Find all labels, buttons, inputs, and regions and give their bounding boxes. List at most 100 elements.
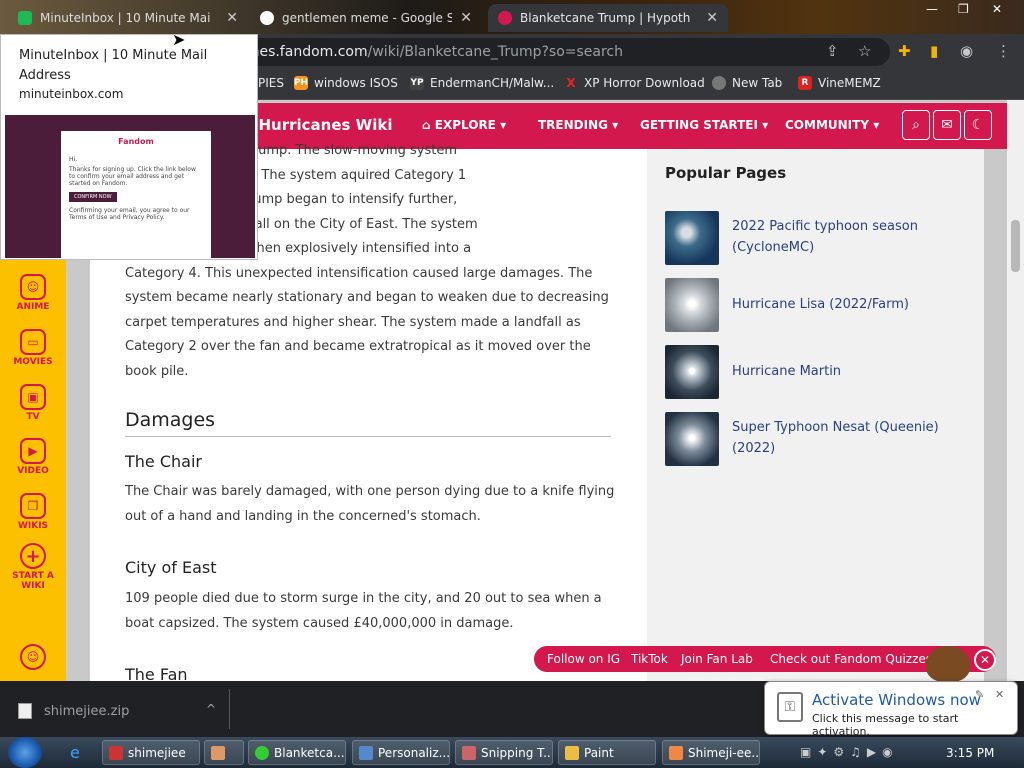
download-options-chevron-icon[interactable]: ^ bbox=[206, 702, 216, 716]
maximize-button[interactable]: ❐ bbox=[958, 2, 969, 16]
download-item[interactable]: shimejiee.zip bbox=[18, 703, 129, 719]
rail-tv[interactable]: ▣ TV bbox=[0, 384, 66, 422]
minuteinbox-favicon-icon bbox=[18, 11, 32, 25]
wiki-name[interactable]: al Hurricanes Wiki bbox=[238, 116, 392, 134]
page-scrollbar[interactable] bbox=[1007, 100, 1024, 681]
rail-movies[interactable]: ▭ MOVIES bbox=[0, 329, 66, 367]
close-toast-button[interactable]: ✕ bbox=[995, 688, 1004, 701]
tab-blanketcane-trump[interactable]: Blanketcane Trump | Hypothetica ✕ bbox=[488, 4, 728, 32]
nav-explore[interactable]: ⌂ EXPLORE ▾ bbox=[422, 118, 506, 132]
kebab-menu-icon[interactable]: ⋮ bbox=[996, 42, 1011, 60]
minimize-button[interactable]: — bbox=[926, 2, 938, 16]
fandom-quizzes-link[interactable]: Check out Fandom Quizzes a bbox=[770, 652, 943, 666]
profile-icon[interactable]: ◉ bbox=[960, 42, 973, 60]
share-icon[interactable]: ⇪ bbox=[826, 42, 839, 60]
nav-getting-started[interactable]: GETTING STARTEI ▾ bbox=[640, 118, 768, 132]
tab-title: gentlemen meme - Google Sea bbox=[282, 11, 452, 25]
bookmark-new-tab[interactable]: New Tab bbox=[712, 76, 782, 90]
tab-minuteinbox[interactable]: MinuteInbox | 10 Minute Mail A ✕ bbox=[8, 4, 248, 32]
paint-icon bbox=[565, 745, 579, 760]
popular-page-item[interactable]: Hurricane Martin bbox=[665, 345, 975, 399]
close-window-button[interactable]: ✕ bbox=[992, 2, 1002, 16]
x-icon: X bbox=[566, 76, 576, 90]
user-icon: ☺ bbox=[20, 644, 46, 670]
popular-page-link[interactable]: 2022 Pacific typhoon season (CycloneMC) bbox=[732, 216, 962, 258]
nav-label: EXPLORE bbox=[434, 118, 496, 132]
popular-pages-heading: Popular Pages bbox=[665, 164, 787, 182]
theme-toggle-icon[interactable]: ☾ bbox=[964, 110, 992, 140]
popular-page-link[interactable]: Hurricane Lisa (2022/Farm) bbox=[732, 294, 962, 315]
toast-title: Activate Windows now bbox=[812, 691, 981, 709]
anime-icon: ☺ bbox=[20, 274, 46, 300]
side-panel-icon[interactable]: ▮ bbox=[930, 42, 938, 60]
url-field[interactable]: anes.fandom.com/wiki/Blanketcane_Trump?s… bbox=[150, 38, 890, 66]
follow-ig-link[interactable]: Follow on IG bbox=[547, 652, 620, 666]
pin-icon[interactable]: ✎ bbox=[975, 688, 984, 701]
discussions-icon[interactable]: ✉ bbox=[933, 110, 961, 140]
extensions-icon[interactable]: ✚ bbox=[898, 42, 911, 60]
bookmark-label: windows ISOS bbox=[314, 76, 398, 90]
article-line: Category 4. This unexpected intensificat… bbox=[125, 265, 593, 281]
ph-icon: PH bbox=[293, 76, 309, 90]
bookmark-pies[interactable]: PIES bbox=[258, 76, 284, 90]
article-line: system became nearly stationary and bega… bbox=[125, 290, 609, 305]
mouse-cursor-icon: ➤ bbox=[172, 30, 186, 49]
popular-page-link[interactable]: Hurricane Martin bbox=[732, 361, 962, 382]
bookmark-windows-isos[interactable]: PH windows ISOS bbox=[294, 76, 398, 90]
nav-community[interactable]: COMMUNITY ▾ bbox=[785, 118, 879, 132]
bookmark-vinememz[interactable]: R VineMEMZ bbox=[798, 76, 881, 90]
heading-divider bbox=[125, 436, 611, 437]
nav-label: COMMUNITY bbox=[785, 118, 870, 132]
fan-lab-link[interactable]: Join Fan Lab bbox=[681, 652, 753, 666]
scrollbar-thumb[interactable] bbox=[1011, 220, 1020, 272]
globe-icon bbox=[712, 76, 726, 90]
keys-icon: ⚿ bbox=[777, 692, 803, 722]
article-line: carpet temperatures and higher shear. Th… bbox=[125, 314, 581, 330]
rail-wikis[interactable]: ❐ WIKIS bbox=[0, 493, 66, 531]
app-icon bbox=[211, 745, 225, 760]
popular-page-link[interactable]: Super Typhoon Nesat (Queenie) (2022) bbox=[732, 417, 962, 459]
bookmark-label: EndermanCH/Malw... bbox=[430, 76, 555, 90]
rail-start-a-wiki[interactable]: + START A WIKI bbox=[0, 543, 66, 591]
rail-label: ANIME bbox=[16, 302, 50, 312]
popular-page-item[interactable]: 2022 Pacific typhoon season (CycloneMC) bbox=[665, 211, 975, 265]
shimeji-mascot[interactable] bbox=[926, 646, 970, 682]
popular-page-item[interactable]: Super Typhoon Nesat (Queenie) (2022) bbox=[665, 412, 975, 466]
star-bookmark-icon[interactable]: ☆ bbox=[858, 42, 871, 60]
taskbar-item-2[interactable] bbox=[204, 740, 244, 765]
close-tab-icon[interactable]: ✕ bbox=[226, 10, 238, 26]
taskbar-item-snipping[interactable]: Snipping T... bbox=[455, 740, 553, 765]
search-icon[interactable]: ⌕ bbox=[902, 110, 930, 140]
taskbar-label: Shimeji-ee... bbox=[688, 745, 760, 760]
close-tab-icon[interactable]: ✕ bbox=[706, 10, 718, 26]
taskbar-item-shimejiee[interactable]: shimejiee bbox=[102, 740, 200, 765]
typhoon-thumbnail bbox=[665, 412, 719, 466]
bookmark-xp-horror[interactable]: X XP Horror Download bbox=[564, 76, 704, 90]
taskbar-item-paint[interactable]: Paint bbox=[558, 740, 656, 765]
taskbar-item-shimeji-folder[interactable]: Shimeji-ee... bbox=[662, 740, 760, 765]
rail-anime[interactable]: ☺ ANIME bbox=[0, 274, 66, 312]
tiktok-link[interactable]: TikTok bbox=[631, 652, 668, 666]
activate-windows-toast[interactable]: ⚿ Activate Windows now Click this messag… bbox=[764, 681, 1018, 738]
nav-label: TRENDING bbox=[538, 118, 608, 132]
close-tab-icon[interactable]: ✕ bbox=[460, 10, 472, 26]
bookmark-endermanch[interactable]: YP EndermanCH/Malw... bbox=[410, 76, 554, 90]
rail-label: WIKIS bbox=[17, 521, 49, 531]
preview-confirm-button: CONFIRM NOW bbox=[69, 192, 117, 202]
preview-title: MinuteInbox | 10 Minute Mail Address bbox=[19, 48, 208, 83]
taskbar-item-chrome[interactable]: Blanketca... bbox=[248, 740, 346, 765]
ie-icon[interactable]: e bbox=[70, 743, 80, 762]
url-path: /wiki/Blanketcane_Trump?so=search bbox=[367, 44, 624, 60]
start-orb-icon[interactable] bbox=[8, 737, 42, 768]
rail-user[interactable]: ☺ bbox=[0, 644, 66, 672]
taskbar-label: shimejiee bbox=[128, 745, 186, 760]
windows-taskbar: e shimejiee Blanketca... Personaliz... S… bbox=[0, 737, 1024, 768]
close-promo-button[interactable]: ✕ bbox=[974, 649, 996, 671]
rail-video[interactable]: ▶ VIDEO bbox=[0, 438, 66, 476]
system-tray-icons[interactable]: ▣✦⚙♫▶◉ bbox=[800, 745, 899, 759]
tab-google-search[interactable]: gentlemen meme - Google Sea ✕ bbox=[250, 4, 482, 32]
nav-trending[interactable]: TRENDING ▾ bbox=[538, 118, 618, 132]
popular-page-item[interactable]: Hurricane Lisa (2022/Farm) bbox=[665, 278, 975, 332]
taskbar-item-personalize[interactable]: Personaliz... bbox=[352, 740, 450, 765]
taskbar-clock[interactable]: 3:15 PM bbox=[946, 746, 994, 760]
